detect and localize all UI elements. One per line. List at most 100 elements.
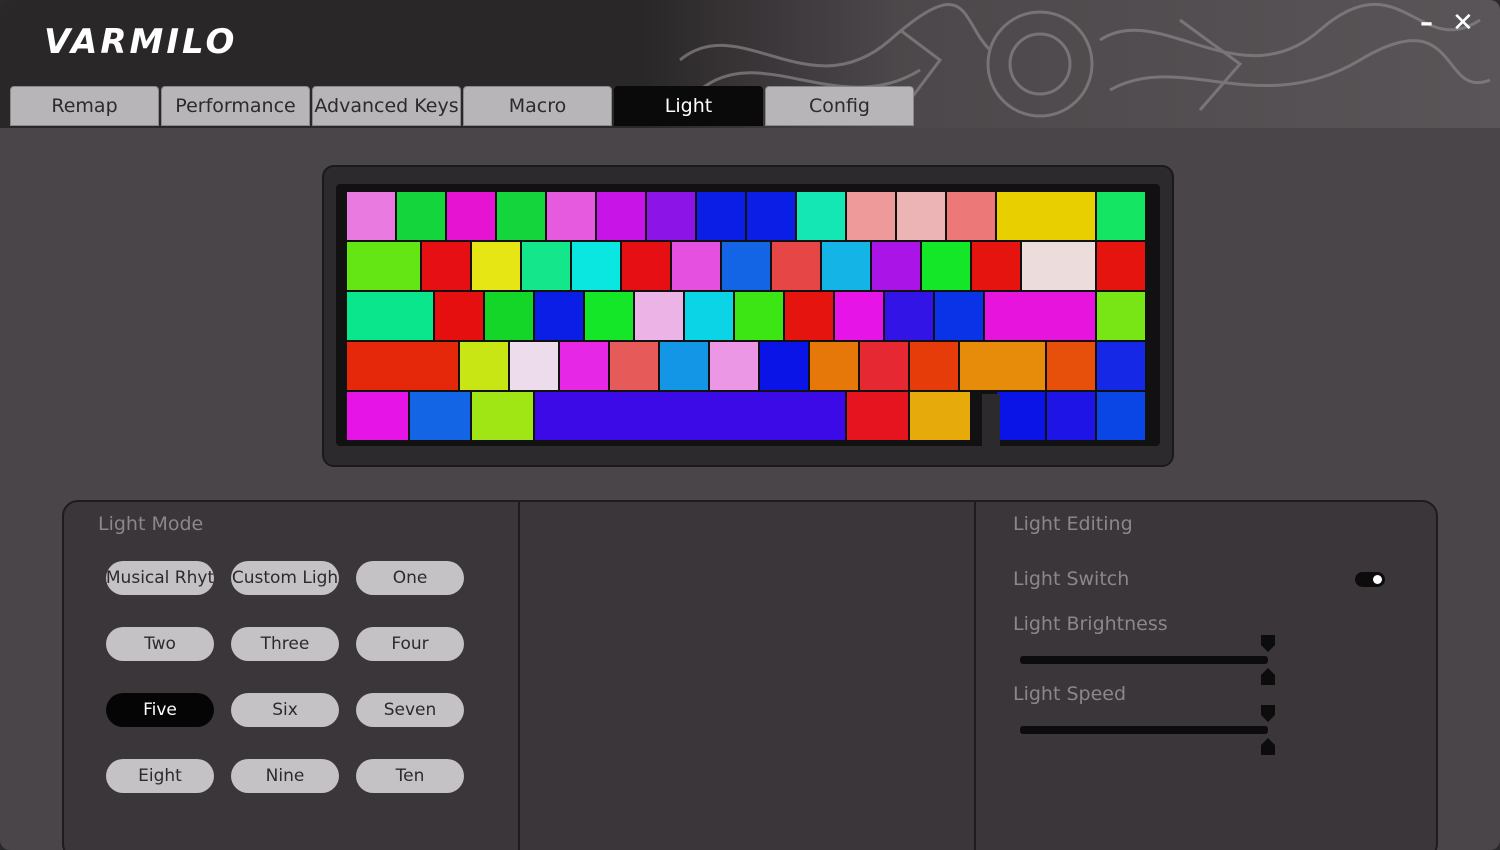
key-r5-8[interactable] bbox=[997, 392, 1045, 440]
toggle-knob bbox=[1373, 575, 1382, 584]
key-r5-4[interactable] bbox=[534, 392, 845, 440]
speed-slider-thumb[interactable] bbox=[1261, 705, 1275, 755]
key-r4-14[interactable] bbox=[1097, 342, 1145, 390]
light-mode-title: Light Mode bbox=[98, 513, 204, 535]
key-r3-12[interactable] bbox=[934, 292, 983, 340]
key-r2-14[interactable] bbox=[1022, 242, 1095, 290]
key-r1-11[interactable] bbox=[847, 192, 895, 240]
panel-divider-right bbox=[974, 502, 976, 850]
key-r1-8[interactable] bbox=[697, 192, 745, 240]
key-r2-2[interactable] bbox=[422, 242, 470, 290]
tab-config[interactable]: Config bbox=[765, 86, 914, 126]
key-r3-13[interactable] bbox=[984, 292, 1095, 340]
key-r1-13[interactable] bbox=[947, 192, 995, 240]
key-r2-10[interactable] bbox=[822, 242, 870, 290]
tab-advanced-keys[interactable]: Advanced Keys bbox=[312, 86, 461, 126]
light-editing-title: Light Editing bbox=[1013, 513, 1133, 535]
key-r4-4[interactable] bbox=[559, 342, 608, 390]
key-r4-12[interactable] bbox=[959, 342, 1045, 390]
key-r2-1[interactable] bbox=[347, 242, 420, 290]
key-r5-3[interactable] bbox=[472, 392, 533, 440]
key-r5-6[interactable] bbox=[909, 392, 970, 440]
key-r3-10[interactable] bbox=[834, 292, 883, 340]
key-r3-4[interactable] bbox=[534, 292, 583, 340]
key-r3-14[interactable] bbox=[1097, 292, 1145, 340]
light-mode-ten-button[interactable]: Ten bbox=[356, 759, 464, 793]
light-brightness-label: Light Brightness bbox=[1013, 613, 1168, 635]
key-r5-2[interactable] bbox=[409, 392, 470, 440]
key-r1-1[interactable] bbox=[347, 192, 395, 240]
panel-divider-left bbox=[518, 502, 520, 850]
tab-light[interactable]: Light bbox=[614, 86, 763, 126]
light-mode-custom-ligh-button[interactable]: Custom Ligh bbox=[231, 561, 339, 595]
key-r4-13[interactable] bbox=[1047, 342, 1095, 390]
key-r3-11[interactable] bbox=[884, 292, 933, 340]
key-r3-8[interactable] bbox=[734, 292, 783, 340]
key-r4-9[interactable] bbox=[809, 342, 858, 390]
key-r3-7[interactable] bbox=[684, 292, 733, 340]
key-r1-9[interactable] bbox=[747, 192, 795, 240]
key-r2-13[interactable] bbox=[972, 242, 1020, 290]
light-mode-musical-rhyt-button[interactable]: Musical Rhyt bbox=[106, 561, 214, 595]
brightness-slider[interactable] bbox=[1020, 656, 1268, 664]
key-r1-15[interactable] bbox=[1097, 192, 1145, 240]
key-r1-10[interactable] bbox=[797, 192, 845, 240]
key-r2-9[interactable] bbox=[772, 242, 820, 290]
tab-remap[interactable]: Remap bbox=[10, 86, 159, 126]
key-r4-2[interactable] bbox=[459, 342, 508, 390]
key-r1-6[interactable] bbox=[597, 192, 645, 240]
tab-bar: Remap Performance Advanced Keys Macro Light C… bbox=[10, 86, 916, 126]
key-r2-5[interactable] bbox=[572, 242, 620, 290]
key-r2-12[interactable] bbox=[922, 242, 970, 290]
light-mode-nine-button[interactable]: Nine bbox=[231, 759, 339, 793]
key-r1-3[interactable] bbox=[447, 192, 495, 240]
key-r5-9[interactable] bbox=[1047, 392, 1095, 440]
key-r2-15[interactable] bbox=[1097, 242, 1145, 290]
key-r4-6[interactable] bbox=[659, 342, 708, 390]
key-r3-1[interactable] bbox=[347, 292, 433, 340]
key-r2-3[interactable] bbox=[472, 242, 520, 290]
key-r1-5[interactable] bbox=[547, 192, 595, 240]
key-r1-4[interactable] bbox=[497, 192, 545, 240]
key-r2-7[interactable] bbox=[672, 242, 720, 290]
key-r2-6[interactable] bbox=[622, 242, 670, 290]
close-button[interactable]: ✕ bbox=[1452, 6, 1474, 40]
key-r2-11[interactable] bbox=[872, 242, 920, 290]
light-mode-five-button[interactable]: Five bbox=[106, 693, 214, 727]
key-r4-3[interactable] bbox=[509, 342, 558, 390]
light-mode-four-button[interactable]: Four bbox=[356, 627, 464, 661]
key-r4-10[interactable] bbox=[859, 342, 908, 390]
light-mode-eight-button[interactable]: Eight bbox=[106, 759, 214, 793]
tab-performance[interactable]: Performance bbox=[161, 86, 310, 126]
minimize-button[interactable]: – bbox=[1420, 6, 1433, 40]
key-r2-8[interactable] bbox=[722, 242, 770, 290]
light-mode-six-button[interactable]: Six bbox=[231, 693, 339, 727]
key-r4-8[interactable] bbox=[759, 342, 808, 390]
key-r5-5[interactable] bbox=[847, 392, 908, 440]
brand-logo: VARMILO bbox=[44, 22, 238, 62]
key-r3-2[interactable] bbox=[434, 292, 483, 340]
key-r5-10[interactable] bbox=[1097, 392, 1145, 440]
key-r2-4[interactable] bbox=[522, 242, 570, 290]
key-r3-6[interactable] bbox=[634, 292, 683, 340]
tab-macro[interactable]: Macro bbox=[463, 86, 612, 126]
key-r4-5[interactable] bbox=[609, 342, 658, 390]
key-r1-12[interactable] bbox=[897, 192, 945, 240]
brightness-slider-thumb[interactable] bbox=[1261, 635, 1275, 685]
key-r4-1[interactable] bbox=[347, 342, 458, 390]
key-r3-5[interactable] bbox=[584, 292, 633, 340]
key-r1-14[interactable] bbox=[997, 192, 1095, 240]
key-r5-1[interactable] bbox=[347, 392, 408, 440]
key-r1-2[interactable] bbox=[397, 192, 445, 240]
key-r3-3[interactable] bbox=[484, 292, 533, 340]
key-r4-7[interactable] bbox=[709, 342, 758, 390]
light-mode-seven-button[interactable]: Seven bbox=[356, 693, 464, 727]
key-r3-9[interactable] bbox=[784, 292, 833, 340]
light-switch-toggle[interactable] bbox=[1355, 572, 1385, 587]
key-r4-11[interactable] bbox=[909, 342, 958, 390]
speed-slider[interactable] bbox=[1020, 726, 1268, 734]
light-mode-three-button[interactable]: Three bbox=[231, 627, 339, 661]
light-mode-one-button[interactable]: One bbox=[356, 561, 464, 595]
light-mode-two-button[interactable]: Two bbox=[106, 627, 214, 661]
key-r1-7[interactable] bbox=[647, 192, 695, 240]
